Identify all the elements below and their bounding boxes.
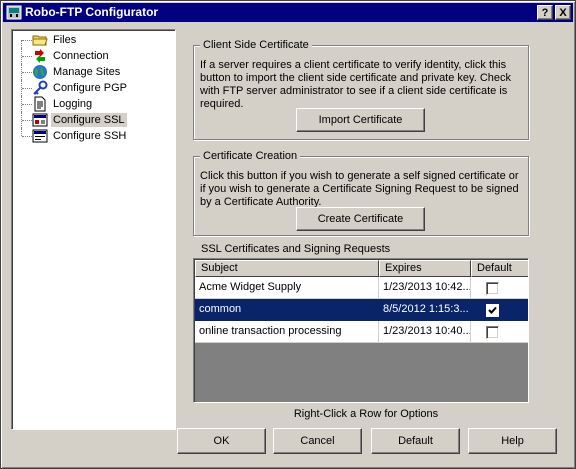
default-checkbox[interactable]	[486, 282, 499, 295]
title-bar[interactable]: Robo-FTP Configurator ? X	[3, 3, 573, 22]
tree-item-label: Files	[53, 34, 77, 46]
column-header-subject[interactable]: Subject	[195, 260, 379, 277]
cell-default	[471, 321, 528, 343]
cell-subject: online transaction processing	[195, 321, 379, 343]
tree-item-label: Connection	[53, 50, 109, 62]
checkmark-icon	[488, 306, 497, 314]
cell-expires: 1/23/2013 10:42...	[379, 277, 471, 299]
table-row[interactable]: online transaction processing 1/23/2013 …	[195, 321, 528, 343]
globe-icon	[33, 65, 47, 79]
cert-creation-description: Click this button if you wish to generat…	[200, 170, 519, 208]
group-title: Client Side Certificate	[200, 38, 312, 52]
group-title: Certificate Creation	[200, 149, 301, 163]
tree-item-files[interactable]: Files	[16, 32, 176, 48]
tree-item-connection[interactable]: Connection	[16, 48, 176, 64]
cert-creation-group: Certificate Creation Click this button i…	[193, 149, 529, 236]
tree-item-configure-ssh[interactable]: Configure SSH	[16, 128, 176, 144]
column-header-default[interactable]: Default	[471, 260, 528, 277]
tree-item-label: Configure SSL	[51, 113, 127, 127]
close-title-button[interactable]: X	[555, 5, 571, 20]
connection-icon	[35, 49, 45, 63]
create-certificate-button[interactable]: Create Certificate	[296, 207, 425, 231]
tree-item-manage-sites[interactable]: Manage Sites	[16, 64, 176, 80]
document-icon	[34, 96, 46, 112]
default-button[interactable]: Default	[371, 428, 460, 454]
ok-button[interactable]: OK	[177, 428, 266, 454]
tree-item-label: Configure PGP	[53, 82, 127, 94]
tree-item-configure-ssl[interactable]: Configure SSL	[16, 112, 176, 128]
default-checkbox[interactable]	[486, 304, 499, 317]
tree-item-label: Logging	[53, 98, 93, 110]
list-header: Subject Expires Default	[195, 260, 528, 277]
settings-tree[interactable]: Files Connection Manage Sites Configure …	[11, 29, 176, 430]
table-row[interactable]: Acme Widget Supply 1/23/2013 10:42...	[195, 277, 528, 299]
ssl-list-title: SSL Certificates and Signing Requests	[201, 243, 391, 255]
ssl-icon	[32, 113, 48, 127]
tree-item-logging[interactable]: Logging	[16, 96, 176, 112]
ssl-certificates-list[interactable]: Subject Expires Default Acme Widget Supp…	[193, 258, 529, 403]
import-certificate-button[interactable]: Import Certificate	[296, 108, 425, 132]
tree-item-label: Configure SSH	[53, 130, 127, 142]
help-button[interactable]: Help	[468, 428, 557, 454]
client-cert-group: Client Side Certificate If a server requ…	[193, 38, 529, 140]
default-checkbox[interactable]	[486, 326, 499, 339]
folder-icon	[32, 35, 48, 46]
column-header-expires[interactable]: Expires	[379, 260, 471, 277]
cell-subject: Acme Widget Supply	[195, 277, 379, 299]
window-title: Robo-FTP Configurator	[25, 5, 159, 19]
cell-subject: common	[195, 299, 379, 321]
help-title-button[interactable]: ?	[537, 5, 553, 20]
cell-expires: 8/5/2012 1:15:3...	[379, 299, 471, 321]
ssh-icon	[32, 129, 48, 143]
app-icon	[6, 5, 22, 20]
cancel-button[interactable]: Cancel	[273, 428, 362, 454]
table-row[interactable]: common 8/5/2012 1:15:3...	[195, 299, 528, 321]
client-cert-description: If a server requires a client certificat…	[200, 59, 512, 110]
cell-default	[471, 277, 528, 299]
cell-default	[471, 299, 528, 321]
cell-expires: 1/23/2013 10:40...	[379, 321, 471, 343]
configurator-window: Robo-FTP Configurator ? X Files Connecti…	[0, 0, 576, 469]
list-hint: Right-Click a Row for Options	[293, 408, 439, 420]
tree-item-label: Manage Sites	[53, 66, 121, 78]
key-icon	[33, 80, 48, 95]
tree-item-configure-pgp[interactable]: Configure PGP	[16, 80, 176, 96]
